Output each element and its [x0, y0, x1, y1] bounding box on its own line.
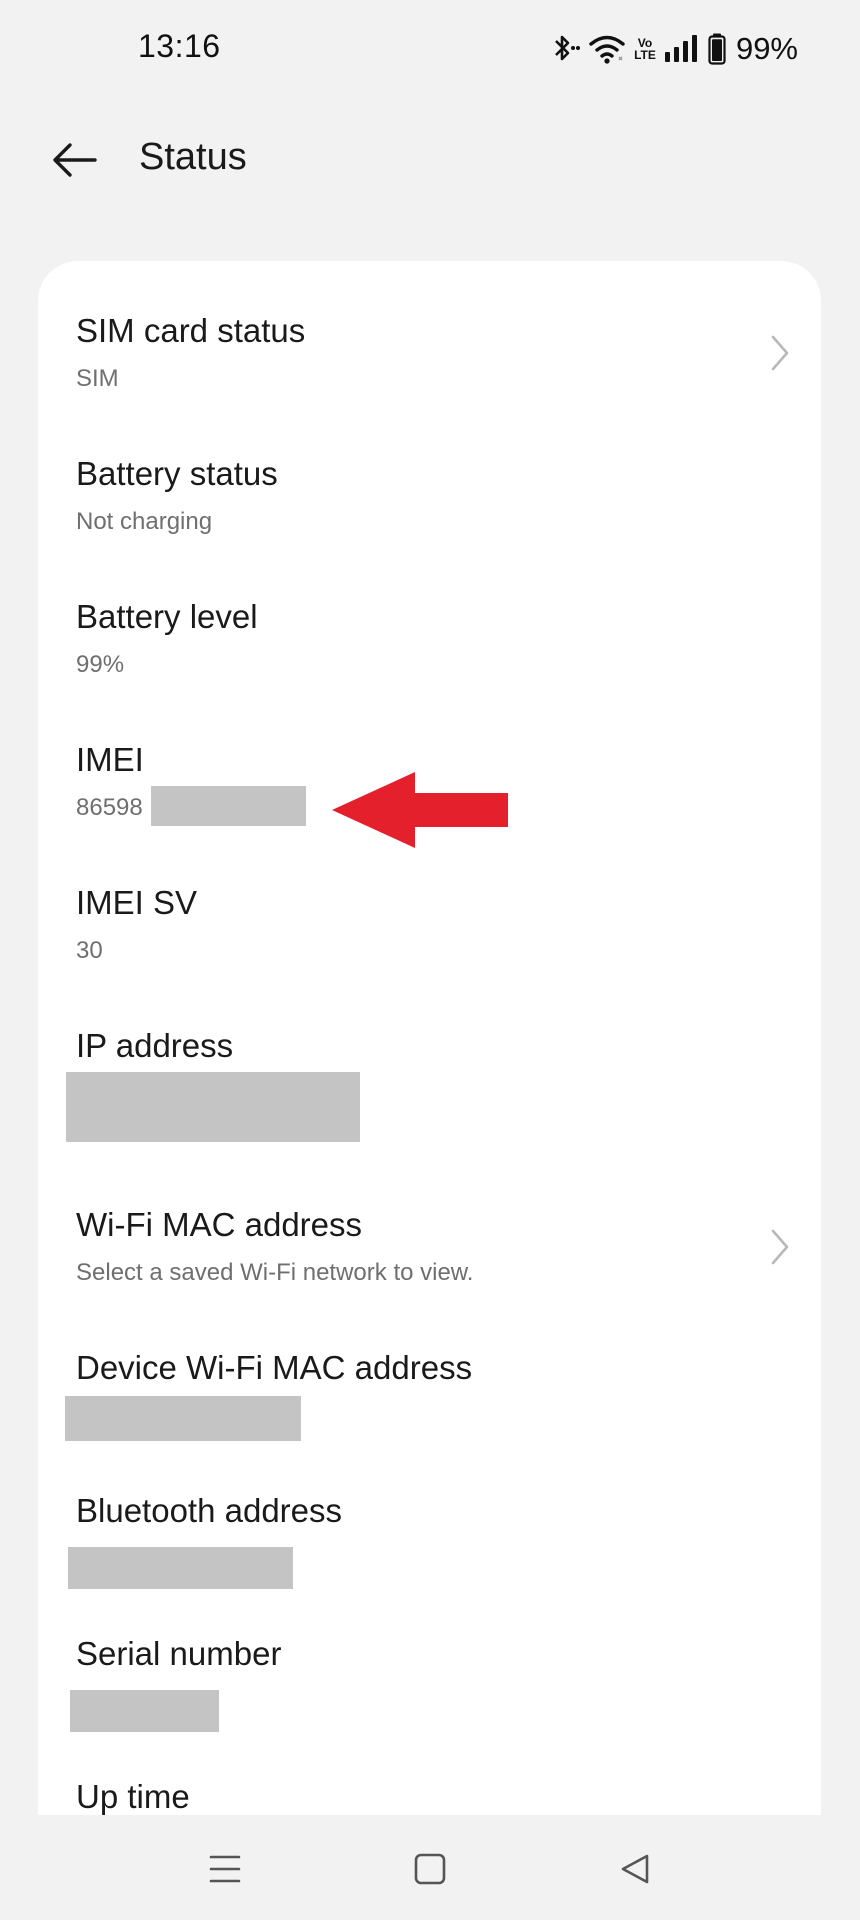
item-subtitle: Not charging: [76, 508, 213, 535]
list-item-device-wifi-mac-address: Device Wi-Fi MAC address: [38, 1298, 821, 1441]
back-button[interactable]: [42, 132, 108, 188]
page-title: Status: [139, 136, 247, 178]
signal-icon: [664, 34, 700, 64]
app-bar: Status: [0, 110, 860, 210]
back-icon: [621, 1854, 649, 1884]
item-subtitle: 99%: [76, 651, 125, 678]
item-title: IMEI: [76, 741, 144, 778]
chevron-right-icon: [771, 1229, 789, 1265]
wifi-icon: [588, 33, 626, 65]
list-item-sim-card-status[interactable]: SIM card status SIM: [38, 261, 821, 404]
battery-icon: [708, 33, 726, 65]
item-title: Up time: [76, 1778, 190, 1815]
item-title: Serial number: [76, 1635, 282, 1672]
item-subtitle: Select a saved Wi-Fi network to view.: [76, 1259, 474, 1286]
item-subtitle: 30: [76, 937, 103, 964]
item-subtitle: 86598: [76, 794, 143, 821]
list-item-up-time: Up time: [38, 1727, 821, 1817]
item-title: SIM card status: [76, 312, 306, 349]
redaction-block: [70, 1690, 219, 1732]
list-item-battery-level: Battery level 99%: [38, 547, 821, 690]
redaction-block: [65, 1396, 301, 1441]
list-item-imei-sv: IMEI SV 30: [38, 833, 821, 976]
volte-bottom-label: LTE: [634, 48, 656, 62]
item-title: Bluetooth address: [76, 1492, 343, 1529]
list-item-wifi-mac-address[interactable]: Wi-Fi MAC address Select a saved Wi-Fi n…: [38, 1155, 821, 1298]
list-item-bluetooth-address: Bluetooth address: [38, 1441, 821, 1589]
item-title: Device Wi-Fi MAC address: [76, 1349, 473, 1386]
home-button[interactable]: [398, 1837, 462, 1901]
list-item-ip-address: IP address: [38, 976, 821, 1142]
status-bar: 13:16 Vo LTE 99%: [0, 0, 860, 100]
navigation-bar: [0, 1815, 860, 1920]
item-title: Wi-Fi MAC address: [76, 1206, 363, 1243]
status-list-card: SIM card status SIM Battery status Not c…: [38, 261, 821, 1817]
status-icons: Vo LTE 99%: [550, 26, 798, 72]
volte-icon: Vo LTE: [634, 37, 656, 61]
home-icon: [414, 1853, 446, 1885]
redaction-block: [151, 786, 306, 826]
chevron-right-icon: [771, 335, 789, 371]
list-item-battery-status: Battery status Not charging: [38, 404, 821, 547]
item-subtitle: SIM: [76, 365, 119, 392]
item-title: Battery level: [76, 598, 258, 635]
item-title: Battery status: [76, 455, 278, 492]
redaction-block: [66, 1072, 360, 1142]
red-arrow-annotation: [332, 772, 508, 848]
back-nav-button[interactable]: [603, 1837, 667, 1901]
menu-button[interactable]: [193, 1837, 257, 1901]
menu-icon: [209, 1855, 241, 1883]
battery-percent: 99%: [735, 31, 798, 66]
arrow-left-icon: [53, 143, 97, 177]
item-title: IP address: [76, 1027, 234, 1064]
item-title: IMEI SV: [76, 884, 198, 921]
redaction-block: [68, 1547, 293, 1589]
list-item-serial-number: Serial number: [38, 1584, 821, 1732]
bluetooth-icon: [550, 32, 580, 66]
status-time: 13:16: [138, 28, 221, 64]
